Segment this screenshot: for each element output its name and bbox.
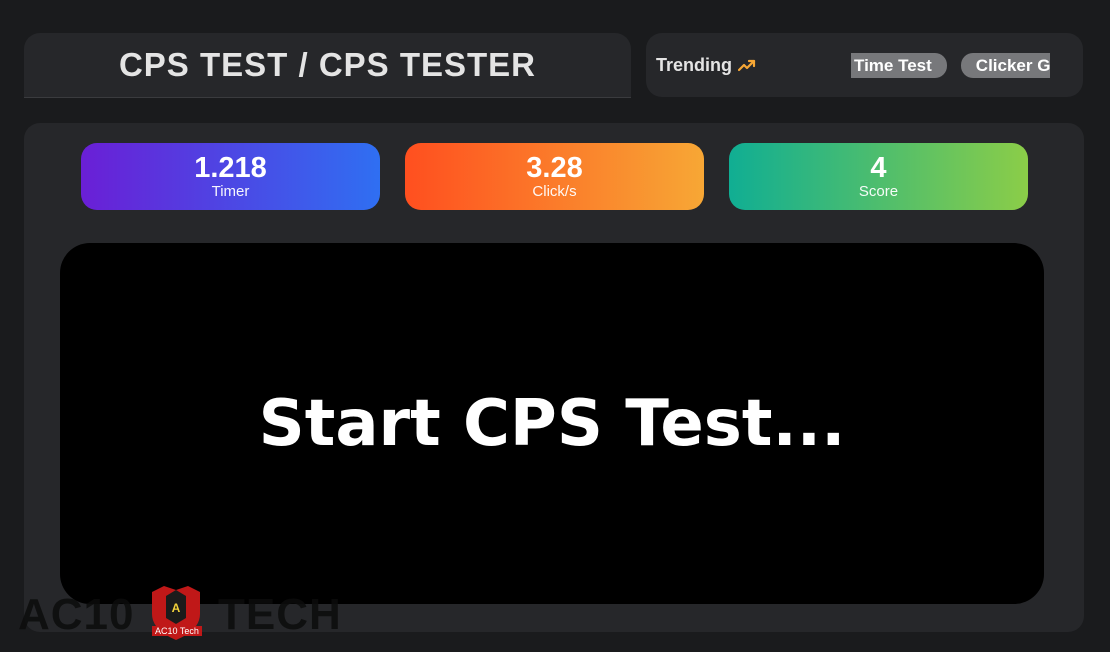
page-title: CPS TEST / CPS TESTER (118, 46, 537, 83)
watermark-left-text: AC10 (18, 590, 135, 639)
watermark-right-text: TECH (218, 590, 342, 639)
click-area[interactable]: Start CPS Test... (60, 243, 1044, 604)
timer-label: Timer (211, 183, 250, 200)
trending-item-clicker-game[interactable]: Clicker G (960, 52, 1050, 78)
title-card: CPS TEST / CPS TESTER (24, 33, 631, 98)
score-stat: 4 Score (729, 143, 1028, 210)
cps-test-panel: 1.218 Timer 3.28 Click/s 4 Score Start C… (24, 123, 1084, 632)
clicks-per-second-stat: 3.28 Click/s (405, 143, 704, 210)
trending-label: Trending (656, 54, 732, 75)
watermark-emblem: A (172, 601, 181, 615)
clicks-per-second-value: 3.28 (526, 152, 583, 184)
page: CPS TEST / CPS TESTER Trending Time Test… (0, 0, 1110, 652)
trending-ticker: Time Test Clicker G (851, 33, 1050, 97)
watermark-badge: AC10 Tech (152, 626, 202, 636)
trending-track: Time Test Clicker G (851, 52, 1050, 78)
trending-heading: Trending (656, 55, 756, 76)
score-value: 4 (870, 152, 887, 184)
trending-up-icon (738, 59, 756, 72)
trending-item-time-test[interactable]: Time Test (851, 52, 947, 78)
clicks-per-second-label: Click/s (532, 183, 577, 200)
watermark: AC10 A AC10 Tech TECH (18, 582, 341, 644)
timer-stat: 1.218 Timer (81, 143, 380, 210)
trending-bar: Trending Time Test Clicker G (646, 33, 1083, 97)
timer-value: 1.218 (194, 152, 267, 184)
score-label: Score (858, 183, 899, 200)
click-area-prompt: Start CPS Test... (258, 386, 846, 461)
